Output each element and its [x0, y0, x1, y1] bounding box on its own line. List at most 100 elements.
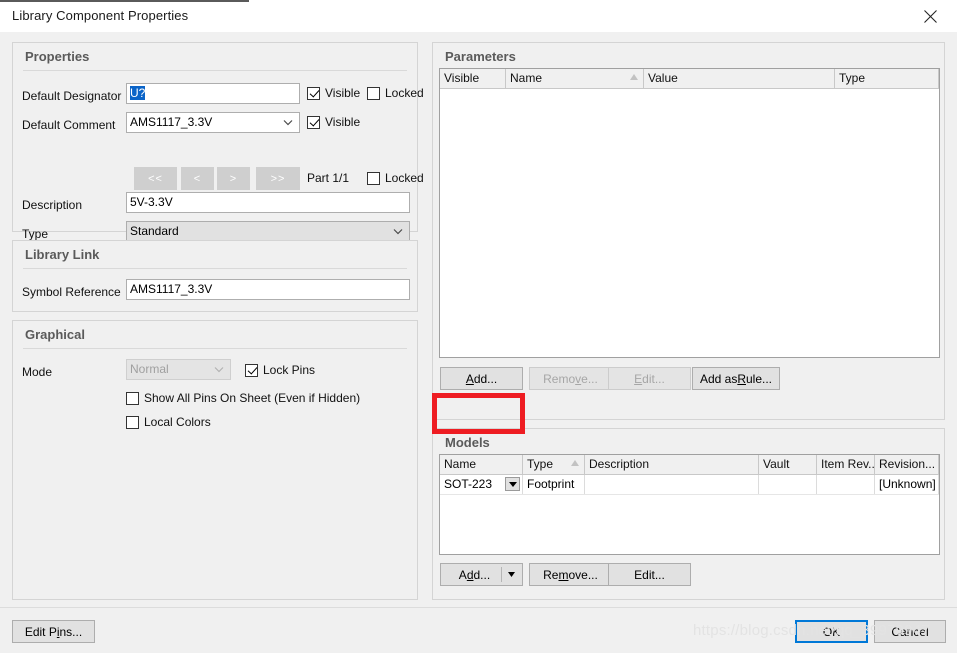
- parameters-table-header: Visible Name Value Type: [440, 69, 939, 89]
- parameters-col-visible[interactable]: Visible: [440, 69, 506, 88]
- part-locked-label: Locked: [385, 171, 424, 185]
- watermark-text: https://blog.csdn.net/qq_39979947: [693, 622, 930, 639]
- table-row[interactable]: SOT-223 Footprint [Unknown]: [440, 475, 939, 495]
- parameters-add-as-rule-button[interactable]: Add as Rule...: [692, 367, 780, 390]
- models-col-description[interactable]: Description: [585, 455, 759, 474]
- library-link-divider: [23, 268, 407, 269]
- checkbox-box: [307, 115, 320, 129]
- parameters-col-name-label: Name: [510, 71, 543, 85]
- dialog-body: Properties Default Designator U? Visible…: [0, 32, 957, 607]
- chevron-down-icon: [392, 222, 404, 241]
- checkbox-box: [126, 415, 139, 429]
- models-col-vault[interactable]: Vault: [759, 455, 817, 474]
- parameters-group-title: Parameters: [445, 49, 516, 64]
- models-remove-button[interactable]: Re m ove...: [529, 563, 612, 586]
- parameters-col-value[interactable]: Value: [644, 69, 835, 88]
- type-label: Type: [22, 227, 49, 241]
- designator-locked-label: Locked: [385, 86, 424, 100]
- checkbox-box: [367, 171, 380, 185]
- title-bar: Library Component Properties: [0, 0, 957, 33]
- models-cell-type: Footprint: [523, 475, 585, 494]
- lock-pins-label: Lock Pins: [263, 363, 316, 377]
- type-value: Standard: [130, 224, 179, 238]
- window-title: Library Component Properties: [12, 8, 189, 23]
- parameters-group: Parameters Visible Name Value Type Add..…: [432, 42, 945, 420]
- models-table[interactable]: Name Type Description Vault Item Rev... …: [439, 454, 940, 555]
- chevron-down-icon[interactable]: [506, 564, 517, 585]
- library-link-group: Library Link Symbol Reference AMS1117_3.…: [12, 240, 418, 312]
- default-comment-label: Default Comment: [22, 118, 116, 132]
- checkbox-box: [367, 86, 380, 100]
- comment-visible-label: Visible: [325, 115, 361, 129]
- mode-combo[interactable]: Normal: [126, 359, 231, 380]
- models-col-type[interactable]: Type: [523, 455, 585, 474]
- lock-pins-checkbox[interactable]: Lock Pins: [245, 363, 315, 377]
- default-designator-value: U?: [130, 86, 146, 100]
- properties-group-title: Properties: [25, 49, 90, 64]
- library-link-group-title: Library Link: [25, 247, 100, 262]
- part-locked-checkbox[interactable]: Locked: [367, 171, 424, 185]
- part-prev-button[interactable]: <: [181, 167, 214, 190]
- designator-visible-checkbox[interactable]: Visible: [307, 86, 360, 100]
- checkbox-box: [245, 363, 258, 377]
- parameters-add-button[interactable]: Add...: [440, 367, 523, 390]
- graphical-group: Graphical Mode Normal Lock Pins Show All…: [12, 320, 418, 600]
- parameters-edit-button[interactable]: Edit...: [608, 367, 691, 390]
- close-button[interactable]: [909, 2, 951, 30]
- models-col-name[interactable]: Name: [440, 455, 523, 474]
- models-cell-name[interactable]: SOT-223: [440, 475, 523, 494]
- chevron-down-icon: [213, 360, 225, 379]
- close-icon: [923, 9, 937, 23]
- models-add-button[interactable]: Add...: [440, 563, 523, 586]
- local-colors-label: Local Colors: [144, 415, 211, 429]
- default-designator-input[interactable]: U?: [126, 83, 300, 104]
- properties-group: Properties Default Designator U? Visible…: [12, 42, 424, 242]
- sort-ascending-icon: [630, 74, 638, 80]
- symbol-reference-label: Symbol Reference: [22, 285, 121, 299]
- parameters-table[interactable]: Visible Name Value Type: [439, 68, 940, 358]
- models-group-title: Models: [445, 435, 490, 450]
- graphical-divider: [23, 348, 407, 349]
- description-input[interactable]: 5V-3.3V: [126, 192, 410, 213]
- default-designator-label: Default Designator: [22, 89, 122, 103]
- models-cell-description: [585, 475, 759, 494]
- chevron-down-icon[interactable]: [505, 477, 520, 491]
- window-edge-line: [0, 0, 249, 2]
- models-col-revision[interactable]: Revision...: [875, 455, 939, 474]
- models-col-type-label: Type: [527, 457, 554, 471]
- part-last-button[interactable]: >>: [256, 167, 300, 190]
- part-next-button[interactable]: >: [217, 167, 250, 190]
- models-col-item-rev[interactable]: Item Rev...: [817, 455, 875, 474]
- edit-pins-button[interactable]: Edit Pi ns...: [12, 620, 95, 643]
- mode-value: Normal: [130, 362, 169, 376]
- show-all-pins-checkbox[interactable]: Show All Pins On Sheet (Even if Hidden): [126, 391, 360, 405]
- checkbox-box: [126, 391, 139, 405]
- local-colors-checkbox[interactable]: Local Colors: [126, 415, 211, 429]
- description-label: Description: [22, 198, 83, 212]
- chevron-down-icon: [282, 113, 294, 132]
- models-cell-revision: [Unknown]: [875, 475, 939, 494]
- comment-visible-checkbox[interactable]: Visible: [307, 115, 360, 129]
- part-first-button[interactable]: <<: [134, 167, 177, 190]
- models-table-header: Name Type Description Vault Item Rev... …: [440, 455, 939, 475]
- sort-ascending-icon: [571, 460, 579, 466]
- properties-divider: [23, 70, 407, 71]
- designator-locked-checkbox[interactable]: Locked: [367, 86, 424, 100]
- models-cell-item-rev: [817, 475, 875, 494]
- parameters-col-type[interactable]: Type: [835, 69, 939, 88]
- parameters-col-name[interactable]: Name: [506, 69, 644, 88]
- checkbox-box: [307, 86, 320, 100]
- split-separator: [501, 567, 502, 582]
- graphical-group-title: Graphical: [25, 327, 85, 342]
- symbol-reference-input[interactable]: AMS1117_3.3V: [126, 279, 410, 300]
- models-edit-button[interactable]: Edit...: [608, 563, 691, 586]
- default-comment-value: AMS1117_3.3V: [130, 115, 213, 129]
- show-all-pins-label: Show All Pins On Sheet (Even if Hidden): [144, 391, 361, 405]
- mode-label: Mode: [22, 365, 53, 379]
- models-group: Models Name Type Description Vault Item …: [432, 428, 945, 600]
- designator-visible-label: Visible: [325, 86, 361, 100]
- default-comment-combo[interactable]: AMS1117_3.3V: [126, 112, 300, 133]
- type-combo[interactable]: Standard: [126, 221, 410, 242]
- part-indicator: Part 1/1: [307, 171, 350, 185]
- parameters-remove-button[interactable]: Remo v e...: [529, 367, 612, 390]
